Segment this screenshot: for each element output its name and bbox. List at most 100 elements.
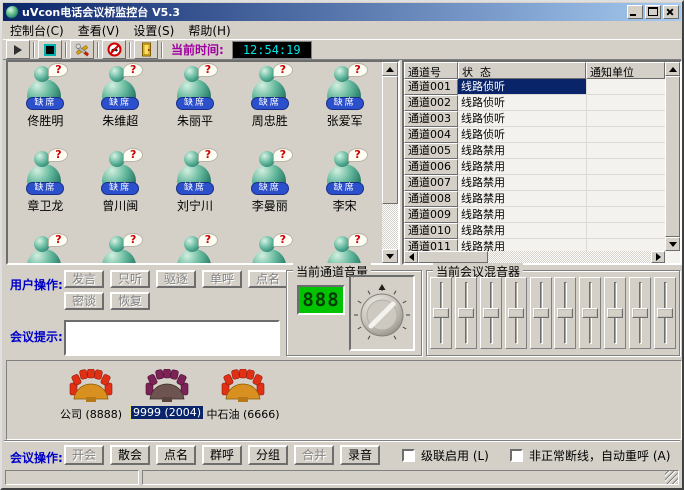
- op-button[interactable]: 录音: [340, 445, 380, 465]
- member-item[interactable]: ? 缺席 朱维超: [83, 64, 158, 149]
- member-item[interactable]: ? 缺席: [158, 234, 233, 263]
- scroll-right-button[interactable]: [651, 251, 665, 263]
- scroll-down-button[interactable]: [665, 237, 680, 251]
- channel-id-cell[interactable]: 通道009: [404, 207, 458, 223]
- mixer-slider[interactable]: [480, 277, 502, 349]
- scrollbar-thumb[interactable]: [418, 251, 488, 263]
- column-header[interactable]: 通知单位: [586, 62, 665, 79]
- mixer-slider[interactable]: [579, 277, 601, 349]
- op-button[interactable]: 密谈: [64, 292, 104, 310]
- members-scrollbar[interactable]: [382, 62, 398, 263]
- member-item[interactable]: ? 缺席 李曼丽: [232, 149, 307, 234]
- channel-row[interactable]: 通道003 线路侦听: [404, 111, 665, 127]
- scrollbar-track[interactable]: [382, 204, 398, 249]
- channels-vscrollbar[interactable]: [665, 62, 680, 251]
- channel-row[interactable]: 通道009 线路禁用: [404, 207, 665, 223]
- mixer-slider[interactable]: [530, 277, 552, 349]
- mixer-slider[interactable]: [430, 277, 452, 349]
- channel-id-cell[interactable]: 通道002: [404, 95, 458, 111]
- member-item[interactable]: ? 缺席 周忠胜: [232, 64, 307, 149]
- channel-unit-cell[interactable]: [586, 239, 665, 251]
- checkbox[interactable]: 非正常断线，自动重呼 (A): [510, 447, 670, 464]
- channel-status-cell[interactable]: 线路禁用: [458, 223, 586, 239]
- disconnect-button[interactable]: [102, 40, 126, 59]
- mixer-slider[interactable]: [554, 277, 576, 349]
- conference-item[interactable]: 公司 (8888): [53, 369, 129, 422]
- slider-thumb[interactable]: [657, 308, 673, 318]
- mixer-slider[interactable]: [455, 277, 477, 349]
- channel-unit-cell[interactable]: [586, 191, 665, 207]
- conference-item[interactable]: 中石油 (6666): [205, 369, 281, 422]
- member-item[interactable]: ? 缺席 张爱军: [307, 64, 382, 149]
- channel-row[interactable]: 通道008 线路禁用: [404, 191, 665, 207]
- slider-thumb[interactable]: [533, 308, 549, 318]
- channel-row[interactable]: 通道005 线路禁用: [404, 143, 665, 159]
- channel-id-cell[interactable]: 通道001: [404, 79, 458, 95]
- slider-thumb[interactable]: [632, 308, 648, 318]
- member-item[interactable]: ? 缺席 佟胜明: [8, 64, 83, 149]
- member-item[interactable]: ? 缺席 朱丽平: [158, 64, 233, 149]
- volume-knob[interactable]: [352, 281, 412, 345]
- mixer-slider[interactable]: [629, 277, 651, 349]
- scroll-left-button[interactable]: [404, 251, 418, 263]
- menu-item[interactable]: 帮助(H): [181, 21, 237, 40]
- slider-thumb[interactable]: [433, 308, 449, 318]
- op-button[interactable]: 单呼: [202, 270, 242, 288]
- op-button[interactable]: 只听: [110, 270, 150, 288]
- op-button[interactable]: 开会: [64, 445, 104, 465]
- channel-id-cell[interactable]: 通道010: [404, 223, 458, 239]
- slider-thumb[interactable]: [557, 308, 573, 318]
- channel-row[interactable]: 通道011 线路禁用: [404, 239, 665, 251]
- channel-status-cell[interactable]: 线路禁用: [458, 159, 586, 175]
- channel-unit-cell[interactable]: [586, 159, 665, 175]
- checkbox-box[interactable]: [402, 449, 415, 462]
- conference-item[interactable]: 9999 (2004): [129, 369, 205, 422]
- op-button[interactable]: 分组: [248, 445, 288, 465]
- title-bar[interactable]: uVcon电话会议桥监控台 V5.3: [3, 3, 681, 21]
- op-button[interactable]: 驱逐: [156, 270, 196, 288]
- column-header[interactable]: 通道号: [404, 62, 458, 79]
- channel-unit-cell[interactable]: [586, 175, 665, 191]
- channel-status-cell[interactable]: 线路禁用: [458, 175, 586, 191]
- resize-grip[interactable]: [665, 471, 678, 484]
- scroll-down-button[interactable]: [382, 249, 398, 263]
- close-button[interactable]: [663, 5, 679, 19]
- slider-thumb[interactable]: [508, 308, 524, 318]
- slider-thumb[interactable]: [607, 308, 623, 318]
- stop-button[interactable]: [38, 40, 62, 59]
- scrollbar-thumb[interactable]: [382, 76, 398, 204]
- channel-status-cell[interactable]: 线路侦听: [458, 111, 586, 127]
- channel-row[interactable]: 通道007 线路禁用: [404, 175, 665, 191]
- channel-row[interactable]: 通道004 线路侦听: [404, 127, 665, 143]
- mixer-slider[interactable]: [604, 277, 626, 349]
- channel-status-cell[interactable]: 线路侦听: [458, 127, 586, 143]
- channel-status-cell[interactable]: 线路禁用: [458, 143, 586, 159]
- scroll-up-button[interactable]: [665, 62, 680, 76]
- channel-unit-cell[interactable]: [586, 111, 665, 127]
- channel-unit-cell[interactable]: [586, 223, 665, 239]
- op-button[interactable]: 发言: [64, 270, 104, 288]
- channel-id-cell[interactable]: 通道004: [404, 127, 458, 143]
- scrollbar-track[interactable]: [488, 251, 651, 263]
- scroll-up-button[interactable]: [382, 62, 398, 76]
- mixer-slider[interactable]: [654, 277, 676, 349]
- member-item[interactable]: ? 缺席 章卫龙: [8, 149, 83, 234]
- channel-id-cell[interactable]: 通道003: [404, 111, 458, 127]
- channel-status-cell[interactable]: 线路侦听: [458, 95, 586, 111]
- member-item[interactable]: ? 缺席 刘宁川: [158, 149, 233, 234]
- channel-row[interactable]: 通道010 线路禁用: [404, 223, 665, 239]
- channel-row[interactable]: 通道001 线路侦听: [404, 79, 665, 95]
- exit-button[interactable]: [134, 40, 158, 59]
- checkbox[interactable]: 级联启用 (L): [402, 447, 489, 464]
- op-button[interactable]: 合并: [294, 445, 334, 465]
- column-header[interactable]: 状 态: [458, 62, 586, 79]
- op-button[interactable]: 散会: [110, 445, 150, 465]
- channel-unit-cell[interactable]: [586, 79, 665, 95]
- channel-unit-cell[interactable]: [586, 143, 665, 159]
- mixer-slider[interactable]: [505, 277, 527, 349]
- menu-item[interactable]: 设置(S): [126, 21, 181, 40]
- member-item[interactable]: ? 缺席 曾川闽: [83, 149, 158, 234]
- maximize-button[interactable]: [645, 5, 661, 19]
- member-item[interactable]: ? 缺席: [83, 234, 158, 263]
- channel-unit-cell[interactable]: [586, 207, 665, 223]
